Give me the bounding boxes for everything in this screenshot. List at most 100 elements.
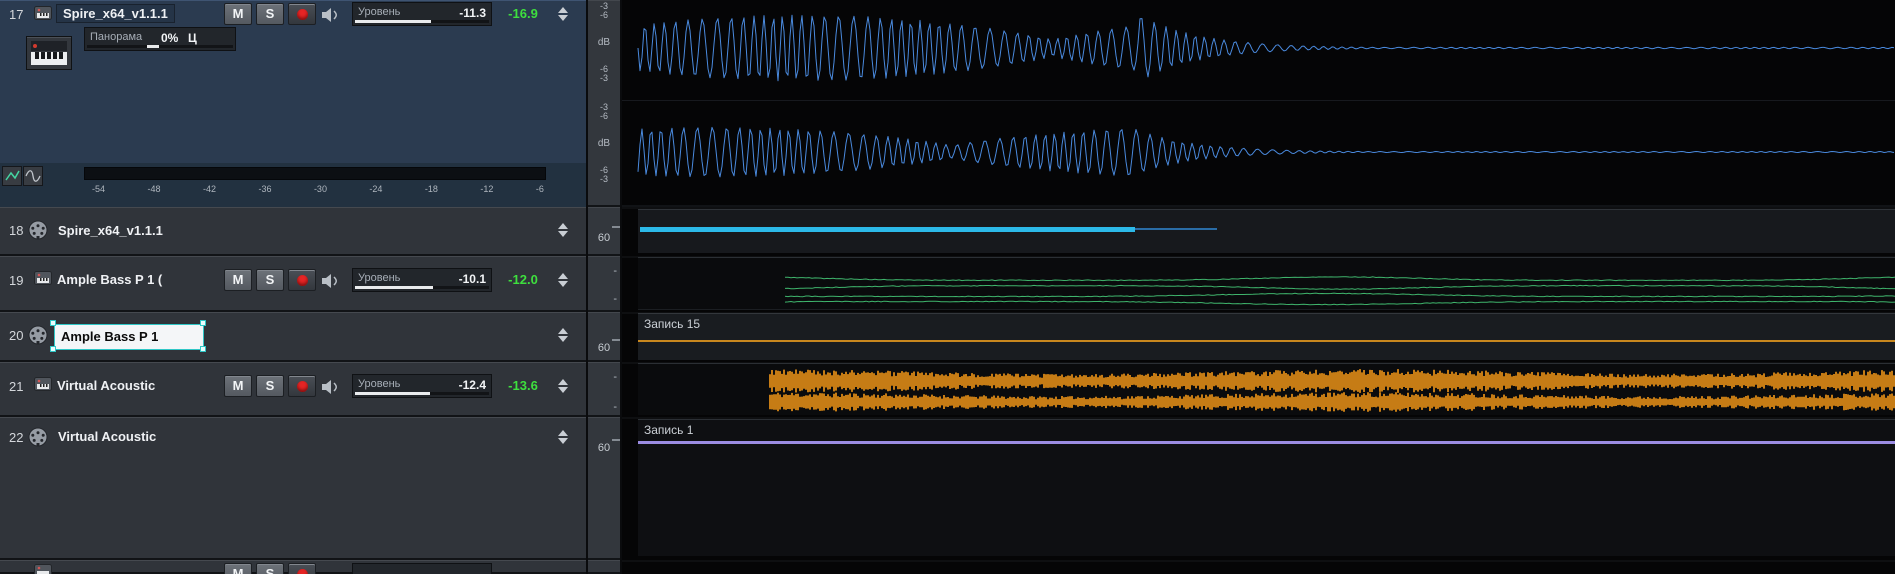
lane-track-17[interactable] (622, 0, 1895, 207)
ruler-track-19: - - (588, 256, 620, 312)
lane-track-23[interactable] (622, 560, 1895, 574)
monitor-icon[interactable] (321, 7, 343, 28)
peak-readout: -12.0 (508, 272, 538, 287)
mute-button[interactable]: M (224, 375, 252, 397)
monitor-icon[interactable] (321, 379, 343, 400)
track-row-21[interactable]: 21 Virtual Acoustic M S Уровень -12.4 -1… (0, 362, 586, 417)
track-number: 21 (9, 379, 24, 394)
track-height-toggle[interactable] (556, 271, 570, 289)
track-name[interactable]: Ample Bass P 1 ( (57, 272, 162, 287)
record-arm-button[interactable] (288, 563, 316, 574)
lane-track-21[interactable] (622, 362, 1895, 417)
solo-button[interactable]: S (256, 563, 284, 574)
track-row-20[interactable]: 20 Ample Bass P 1 (0, 312, 586, 362)
selection-handle[interactable] (200, 320, 206, 326)
midi-note-bar[interactable] (638, 340, 1895, 342)
midi-item[interactable] (638, 209, 1895, 253)
mute-button[interactable]: M (224, 3, 252, 25)
volume-label: Уровень (358, 272, 401, 284)
volume-fader[interactable] (352, 563, 492, 574)
instrument-icon[interactable] (34, 6, 52, 25)
record-dot-icon (297, 381, 308, 392)
lane-track-20[interactable]: Запись 15 (622, 312, 1895, 362)
ruler-track-23 (588, 560, 620, 574)
midi-item[interactable]: Запись 15 (638, 313, 1895, 360)
volume-fader[interactable]: Уровень -12.4 (352, 374, 492, 398)
mute-button[interactable]: M (224, 563, 252, 574)
piano-icon[interactable] (26, 36, 72, 70)
volume-label: Уровень (358, 6, 401, 18)
track-row-22[interactable]: 22 Virtual Acoustic (0, 417, 586, 560)
monitor-icon[interactable] (321, 273, 343, 294)
track-name[interactable]: Spire_x64_v1.1.1 (58, 223, 163, 238)
track-number: 18 (9, 223, 24, 238)
volume-value: -10.1 (458, 272, 486, 286)
instrument-icon[interactable] (34, 271, 52, 290)
track-row-17[interactable]: 17 Spire_x64_v1.1.1 M S Уровень -11.3 -1… (0, 0, 586, 207)
fader-fill (355, 20, 432, 23)
ruler-track-22: 60 (588, 417, 620, 560)
record-arm-button[interactable] (288, 3, 316, 25)
solo-button[interactable]: S (256, 375, 284, 397)
track-height-toggle[interactable] (556, 377, 570, 395)
audio-waveform-item (769, 369, 1895, 412)
selection-handle[interactable] (200, 346, 206, 352)
midi-din-icon (28, 220, 48, 245)
meter-section: -54 -48 -42 -36 -30 -24 -18 -12 -6 (0, 163, 586, 207)
output-meter[interactable] (84, 167, 546, 180)
pan-label: Панорама (90, 31, 143, 43)
selection-handle[interactable] (50, 320, 56, 326)
daw-arrange-window: 17 Spire_x64_v1.1.1 M S Уровень -11.3 -1… (0, 0, 1895, 574)
envelope-icon[interactable] (23, 166, 43, 186)
solo-button[interactable]: S (256, 3, 284, 25)
pan-control[interactable]: Панорама 0% Ц (84, 27, 236, 51)
track-height-toggle[interactable] (556, 221, 570, 239)
item-name: Запись 1 (644, 423, 694, 437)
ruler-track-18: 60 (588, 207, 620, 256)
peak-readout: -16.9 (508, 6, 538, 21)
track-name[interactable]: Spire_x64_v1.1.1 (56, 4, 175, 23)
midi-note-bar[interactable] (638, 441, 1895, 444)
track-height-toggle[interactable] (556, 326, 570, 344)
record-dot-icon (297, 275, 308, 286)
audio-waveform-item[interactable] (622, 0, 1895, 207)
pan-center-mark: Ц (188, 31, 197, 45)
record-arm-button[interactable] (288, 375, 316, 397)
instrument-icon[interactable] (34, 564, 52, 574)
pan-value: 0% (161, 31, 179, 45)
track-height-toggle[interactable] (556, 428, 570, 446)
track-number: 20 (9, 328, 24, 343)
track-control-panel: 17 Spire_x64_v1.1.1 M S Уровень -11.3 -1… (0, 0, 586, 574)
track-name[interactable]: Virtual Acoustic (58, 429, 156, 444)
lane-track-22[interactable]: Запись 1 (622, 417, 1895, 560)
track-name[interactable]: Virtual Acoustic (57, 378, 155, 393)
record-arm-button[interactable] (288, 269, 316, 291)
track-height-toggle[interactable] (556, 5, 570, 23)
midi-note-bar[interactable] (1135, 228, 1217, 230)
solo-button[interactable]: S (256, 269, 284, 291)
volume-fader[interactable]: Уровень -11.3 (352, 2, 492, 26)
track-row-23[interactable]: M S (0, 560, 586, 574)
arrange-area[interactable]: Запись 15 Запись 1 (622, 0, 1895, 574)
automation-mode-icon[interactable] (2, 166, 22, 186)
instrument-icon[interactable] (34, 377, 52, 396)
track-number: 22 (9, 430, 24, 445)
peak-readout: -13.6 (508, 378, 538, 393)
lane-track-18[interactable] (622, 207, 1895, 256)
track-number: 19 (9, 273, 24, 288)
midi-din-icon (28, 427, 48, 452)
ruler-column: -3 -6 dB -6 -3 -3 -6 dB -6 -3 60 - - 60 … (586, 0, 622, 574)
volume-fader[interactable]: Уровень -10.1 (352, 268, 492, 292)
midi-note-bar[interactable] (640, 227, 1135, 232)
lane-track-19[interactable] (622, 256, 1895, 312)
volume-value: -12.4 (458, 378, 486, 392)
selection-handle[interactable] (50, 346, 56, 352)
midi-item[interactable]: Запись 1 (638, 419, 1895, 556)
ruler-track-21: - - (588, 362, 620, 417)
mute-button[interactable]: M (224, 269, 252, 291)
track-row-18[interactable]: 18 Spire_x64_v1.1.1 (0, 207, 586, 256)
track-row-19[interactable]: 19 Ample Bass P 1 ( M S Уровень -10.1 -1… (0, 256, 586, 312)
track-name-edit-field[interactable]: Ample Bass P 1 (54, 324, 204, 350)
volume-label: Уровень (358, 378, 401, 390)
pan-thumb (147, 45, 159, 48)
